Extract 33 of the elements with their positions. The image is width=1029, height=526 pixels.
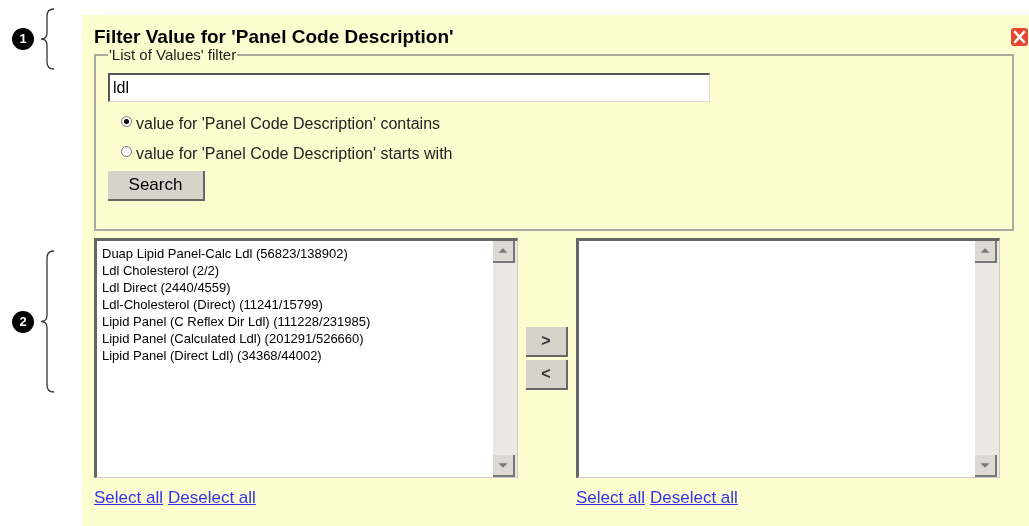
scroll-down-icon[interactable] xyxy=(975,455,997,477)
callout-number: 1 xyxy=(12,28,34,50)
dialog-title: Filter Value for 'Panel Code Description' xyxy=(94,25,454,49)
radio-button[interactable] xyxy=(121,115,132,127)
radio-label: value for 'Panel Code Description' contains xyxy=(136,114,441,134)
callout-number: 2 xyxy=(12,310,34,333)
scrollbar[interactable] xyxy=(493,241,517,477)
list-item[interactable]: Ldl-Cholesterol (Direct) (11241/15799) xyxy=(102,296,493,313)
move-button[interactable]: > xyxy=(526,327,568,357)
scroll-up-icon[interactable] xyxy=(493,241,515,263)
brace-icon xyxy=(38,8,56,70)
radio-button[interactable] xyxy=(121,145,132,157)
list-link[interactable]: Select all xyxy=(94,485,163,511)
group-legend: 'List of Values' filter xyxy=(108,47,238,63)
list-box[interactable] xyxy=(94,238,518,478)
brace-icon xyxy=(38,250,56,393)
list-item[interactable]: Ldl Direct (2440/4559) xyxy=(102,279,493,296)
list-item[interactable]: Lipid Panel (C Reflex Dir Ldl) (111228/231985) xyxy=(102,313,493,330)
search-button[interactable]: Search xyxy=(108,171,205,201)
list-item[interactable]: Duap Lipid Panel-Calc Ldl (56823/138902) xyxy=(102,245,493,262)
scroll-down-icon[interactable] xyxy=(493,455,515,477)
list-item[interactable]: Lipid Panel (Direct Ldl) (34368/44002) xyxy=(102,347,493,364)
list-link[interactable]: Deselect all xyxy=(168,485,256,511)
scroll-up-icon[interactable] xyxy=(975,241,997,263)
search-field[interactable]: ldl xyxy=(108,73,710,102)
radio-label: value for 'Panel Code Description' starts with xyxy=(136,144,453,164)
list-link[interactable]: Deselect all xyxy=(650,485,738,511)
list-link[interactable]: Select all xyxy=(576,485,645,511)
close-icon[interactable] xyxy=(1011,28,1028,46)
list-item[interactable]: Ldl Cholesterol (2/2) xyxy=(102,262,493,279)
list-item[interactable]: Lipid Panel (Calculated Ldl) (201291/526660) xyxy=(102,330,493,347)
move-button[interactable]: < xyxy=(526,360,568,390)
scrollbar[interactable] xyxy=(975,241,999,477)
